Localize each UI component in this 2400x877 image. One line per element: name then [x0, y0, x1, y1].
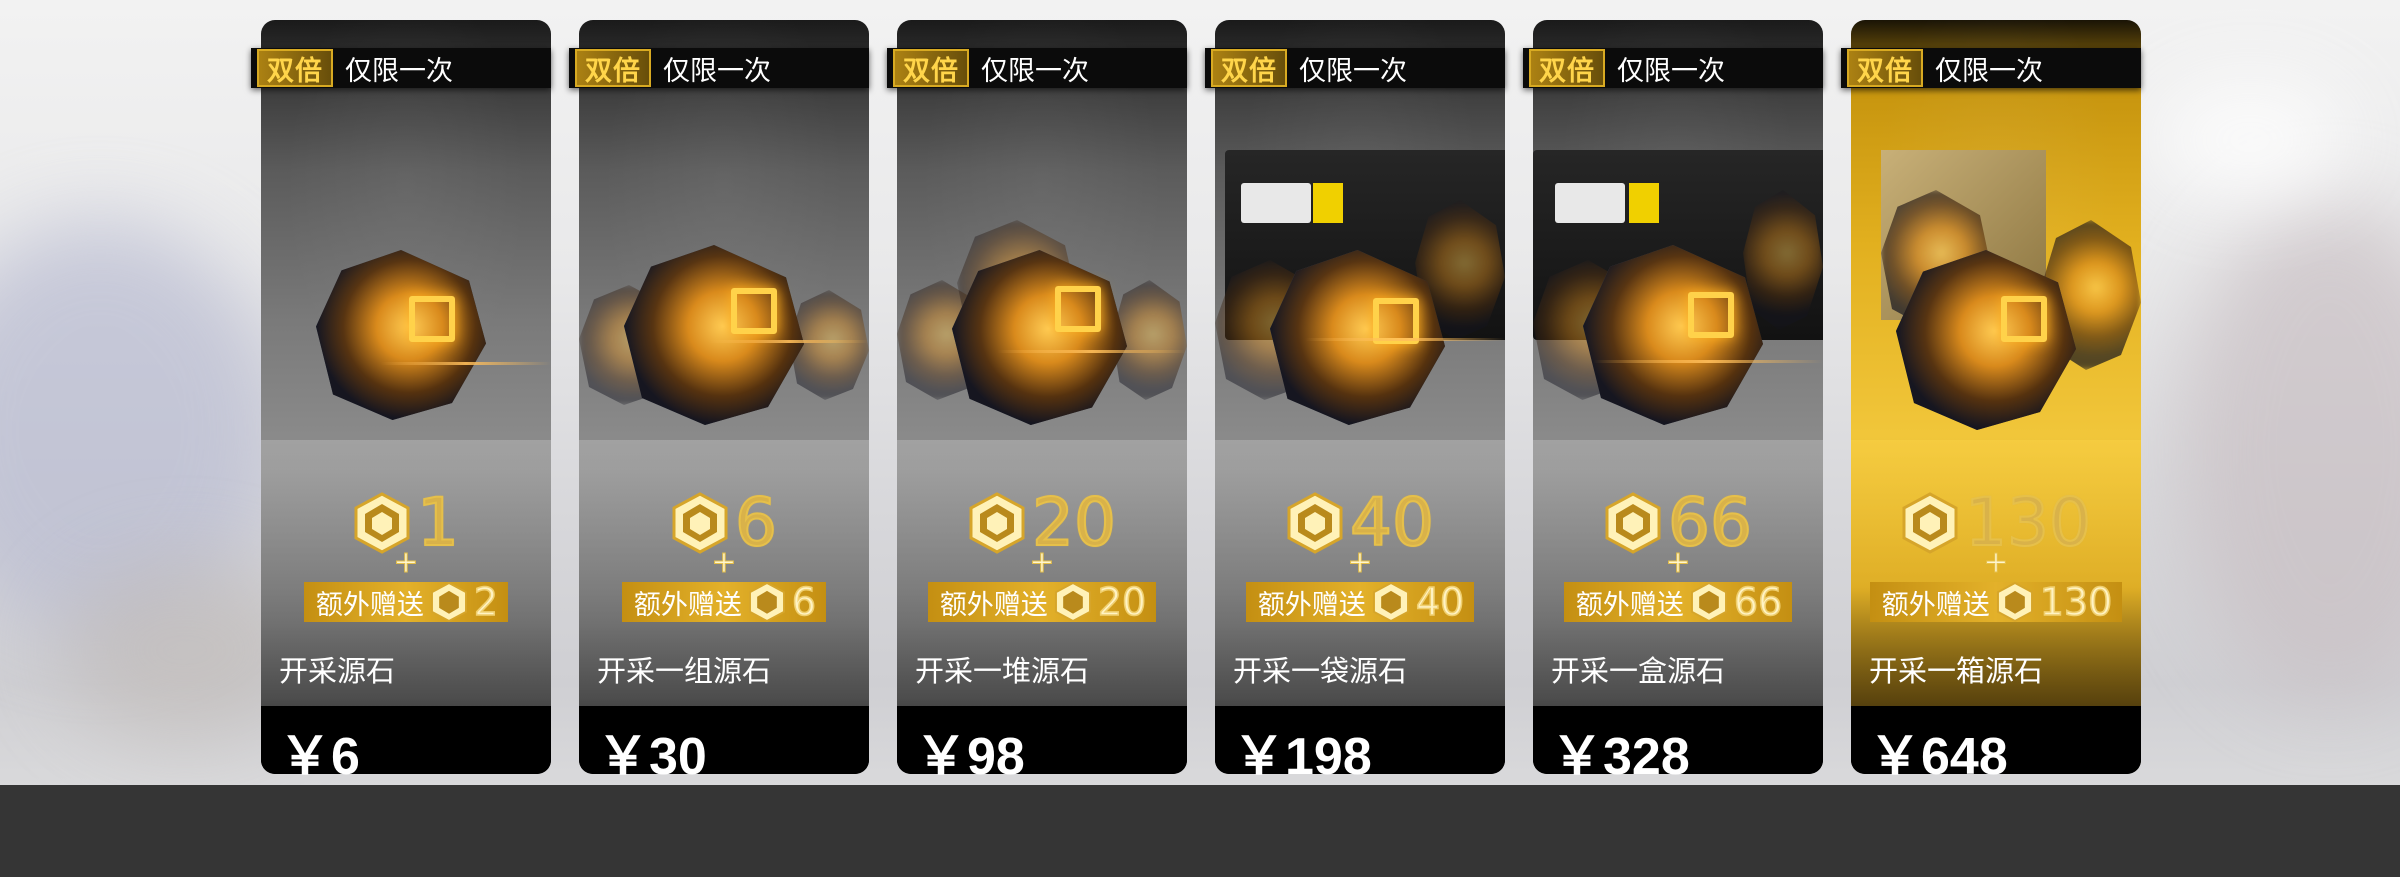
bottom-bar	[0, 785, 2400, 877]
plus-sign: +	[393, 545, 419, 580]
price-bar[interactable]: ￥30	[579, 706, 869, 786]
pack-list: 双倍 仅限一次 1 + 额外赠送 2 开采源石 ￥6 双倍 仅限一次 6 + 额…	[251, 20, 2141, 786]
bonus-row: 额外赠送 20	[897, 581, 1187, 623]
pack-name: 开采一盒源石	[1551, 654, 1726, 688]
price-bar[interactable]: ￥648	[1851, 706, 2141, 786]
price-label: ￥198	[1233, 728, 1372, 786]
pack-card[interactable]: 双倍 仅限一次 130 + 额外赠送 130 开采一箱源石 ￥648	[1841, 20, 2141, 786]
pack-card[interactable]: 双倍 仅限一次 40 + 额外赠送 40 开采一袋源石 ￥198	[1205, 20, 1505, 786]
plus-sign: +	[1665, 545, 1691, 580]
pack-card[interactable]: 双倍 仅限一次 1 + 额外赠送 2 开采源石 ￥6	[251, 20, 551, 786]
price-bar[interactable]: ￥328	[1533, 706, 1823, 786]
double-label: 双倍	[257, 49, 333, 87]
plus-sign: +	[1347, 545, 1373, 580]
bonus-row: 额外赠送 130	[1851, 581, 2141, 623]
limit-label: 仅限一次	[981, 55, 1089, 87]
double-badge: 双倍 仅限一次	[569, 48, 869, 88]
pack-name: 开采源石	[279, 654, 396, 688]
double-label: 双倍	[1211, 49, 1287, 87]
double-badge: 双倍 仅限一次	[1205, 48, 1505, 88]
price-label: ￥328	[1551, 728, 1690, 786]
pack-card[interactable]: 双倍 仅限一次 6 + 额外赠送 6 开采一组源石 ￥30	[569, 20, 869, 786]
pack-card[interactable]: 双倍 仅限一次 20 + 额外赠送 20 开采一堆源石 ￥98	[887, 20, 1187, 786]
originium-hex-icon	[748, 581, 785, 623]
price-bar[interactable]: ￥198	[1215, 706, 1505, 786]
originium-hex-icon	[1690, 581, 1727, 623]
double-badge: 双倍 仅限一次	[251, 48, 551, 88]
plus-sign: +	[1029, 545, 1055, 580]
limit-label: 仅限一次	[345, 55, 453, 87]
bonus-row: 额外赠送 40	[1215, 581, 1505, 623]
pack-name: 开采一袋源石	[1233, 654, 1408, 688]
originium-hex-icon	[1372, 581, 1409, 623]
price-label: ￥30	[597, 728, 707, 786]
price-bar[interactable]: ￥98	[897, 706, 1187, 786]
price-label: ￥6	[279, 728, 360, 786]
bonus-row: 额外赠送 2	[261, 581, 551, 623]
price-label: ￥648	[1869, 728, 2008, 786]
limit-label: 仅限一次	[663, 55, 771, 87]
double-label: 双倍	[1529, 49, 1605, 87]
originium-hex-icon	[1605, 492, 1661, 554]
double-badge: 双倍 仅限一次	[1523, 48, 1823, 88]
originium-hex-icon	[1287, 492, 1343, 554]
pack-name: 开采一组源石	[597, 654, 772, 688]
limit-label: 仅限一次	[1935, 55, 2043, 87]
pack-name: 开采一堆源石	[915, 654, 1090, 688]
limit-label: 仅限一次	[1617, 55, 1725, 87]
originium-hex-icon	[1996, 581, 2033, 623]
double-badge: 双倍 仅限一次	[887, 48, 1187, 88]
double-label: 双倍	[575, 49, 651, 87]
originium-hex-icon	[969, 492, 1025, 554]
limit-label: 仅限一次	[1299, 55, 1407, 87]
plus-sign: +	[711, 545, 737, 580]
price-bar[interactable]: ￥6	[261, 706, 551, 786]
originium-hex-icon	[1054, 581, 1091, 623]
plus-sign: +	[1983, 545, 2009, 580]
originium-hex-icon	[1902, 492, 1958, 554]
pack-name: 开采一箱源石	[1869, 654, 2044, 688]
double-badge: 双倍 仅限一次	[1841, 48, 2141, 88]
price-label: ￥98	[915, 728, 1025, 786]
bonus-row: 额外赠送 6	[579, 581, 869, 623]
double-label: 双倍	[1847, 49, 1923, 87]
pack-card[interactable]: 双倍 仅限一次 66 + 额外赠送 66 开采一盒源石 ￥328	[1523, 20, 1823, 786]
bonus-row: 额外赠送 66	[1533, 581, 1823, 623]
double-label: 双倍	[893, 49, 969, 87]
originium-hex-icon	[430, 581, 467, 623]
